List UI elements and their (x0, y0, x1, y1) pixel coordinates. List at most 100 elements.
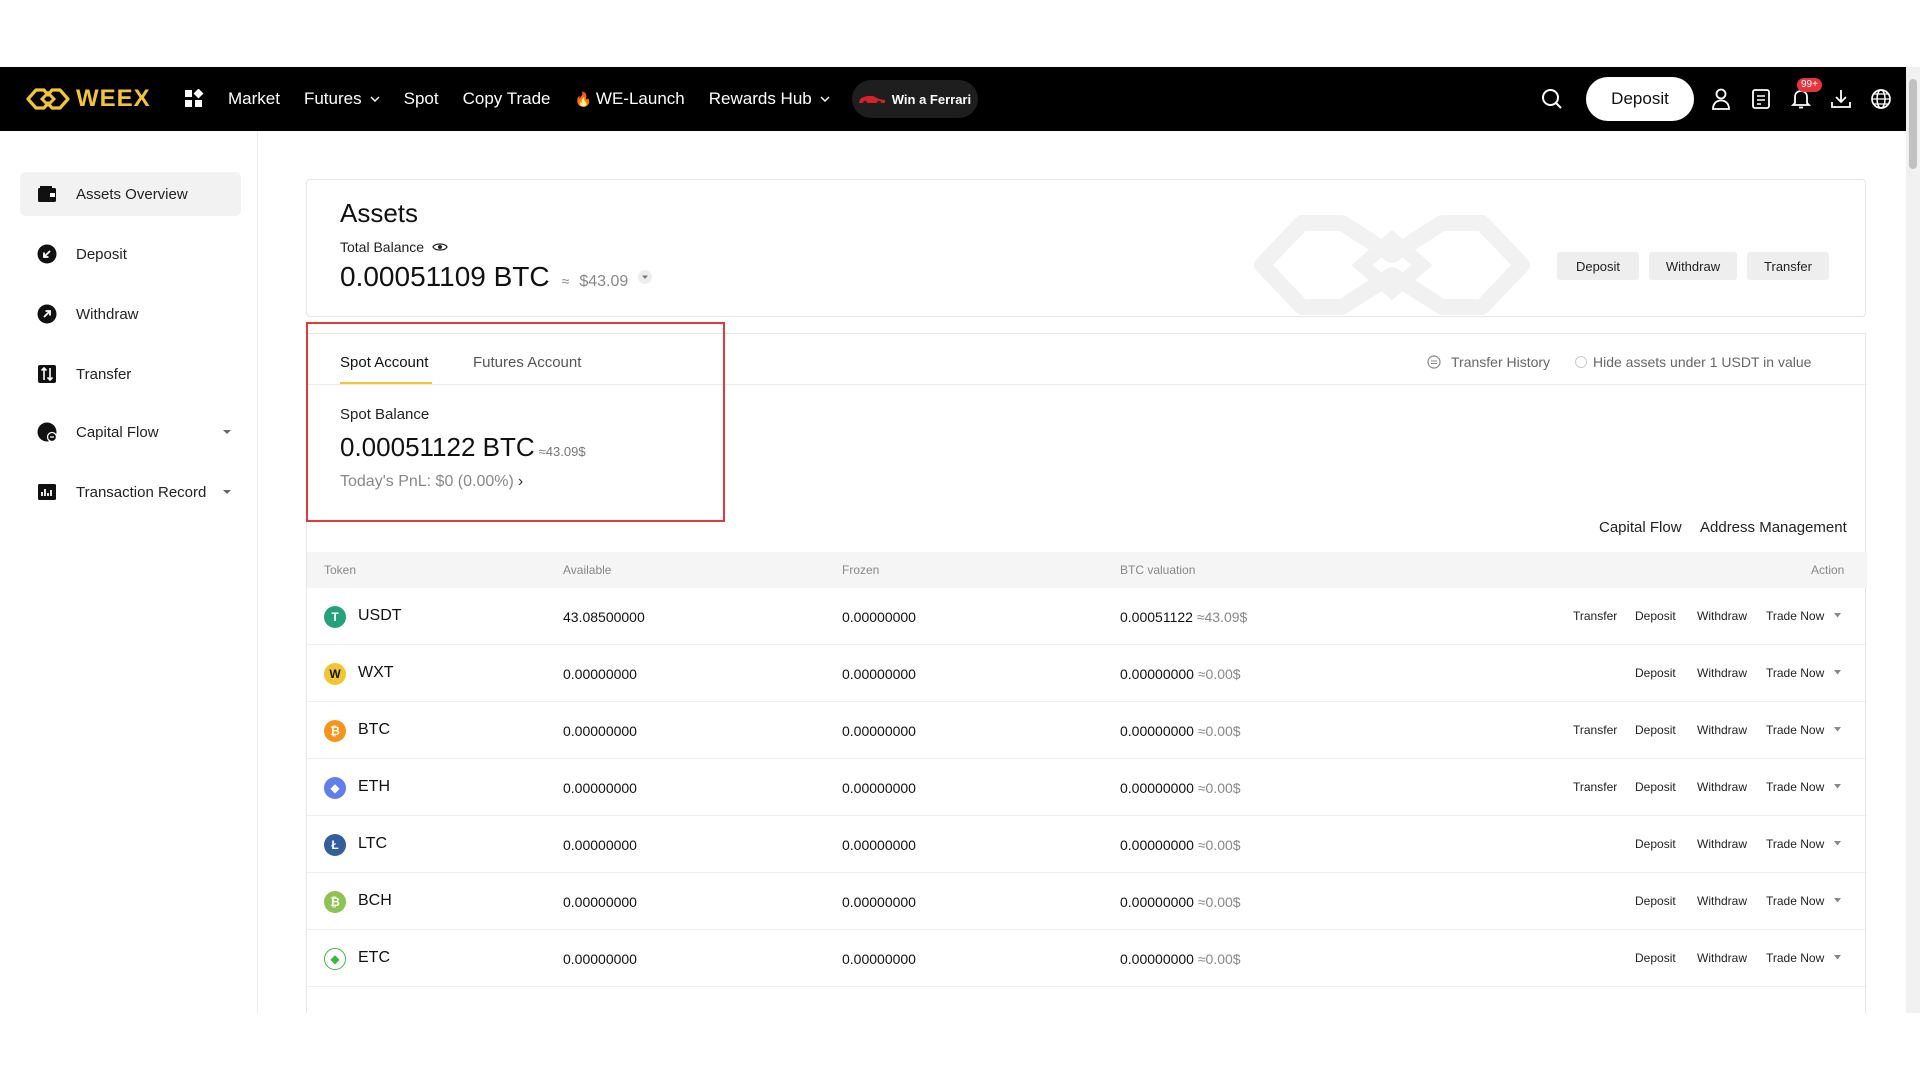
caret-down-icon (1834, 670, 1841, 675)
capital-flow-icon (36, 421, 58, 443)
orders-button[interactable] (1749, 87, 1773, 111)
row-deposit-button[interactable]: Deposit (1635, 837, 1676, 851)
row-withdraw-button[interactable]: Withdraw (1697, 723, 1747, 737)
sidebar-item-assets-overview[interactable]: Assets Overview (20, 172, 241, 216)
address-management-link[interactable]: Address Management (1700, 519, 1847, 536)
total-balance-usd: $43.09 (579, 273, 629, 290)
row-deposit-button[interactable]: Deposit (1635, 894, 1676, 908)
token-symbol: LTC (358, 835, 388, 852)
annotation-highlight-box (306, 322, 725, 522)
caret-down-icon (1834, 727, 1841, 732)
download-button[interactable] (1829, 87, 1853, 111)
row-deposit-button[interactable]: Deposit (1635, 609, 1676, 623)
logo-text: WEEX (76, 85, 151, 112)
btc-valuation: 0.00051122 ≈43.09$ (1120, 609, 1247, 625)
page-scrollbar[interactable] (1906, 67, 1920, 1013)
row-withdraw-button[interactable]: Withdraw (1697, 780, 1747, 794)
notifications-button[interactable]: 99+ (1789, 78, 1822, 111)
capital-flow-link[interactable]: Capital Flow (1599, 519, 1682, 536)
win-ferrari-promo[interactable]: Win a Ferrari (851, 80, 979, 118)
btc-valuation: 0.00000000 ≈0.00$ (1120, 723, 1241, 739)
search-button[interactable] (1540, 87, 1564, 111)
token-symbol: USDT (358, 607, 402, 624)
table-row: ◆ ETC 0.00000000 0.00000000 0.00000000 ≈… (307, 930, 1867, 987)
caret-down-icon (1834, 955, 1841, 960)
row-withdraw-button[interactable]: Withdraw (1697, 666, 1747, 680)
row-withdraw-button[interactable]: Withdraw (1697, 894, 1747, 908)
nav-market[interactable]: Market (228, 89, 280, 109)
row-transfer-button[interactable]: Transfer (1573, 723, 1617, 737)
btc-valuation-btc: 0.00000000 (1120, 894, 1194, 910)
row-deposit-button[interactable]: Deposit (1635, 951, 1676, 965)
token-symbol: ETC (358, 949, 390, 966)
sidebar-item-withdraw[interactable]: Withdraw (20, 292, 241, 336)
nav-right-group: Deposit 99+ (1540, 77, 1893, 121)
table-row: ₿ BTC 0.00000000 0.00000000 0.00000000 ≈… (307, 702, 1867, 759)
btc-valuation-btc: 0.00000000 (1120, 837, 1194, 853)
withdraw-arrow-icon (36, 303, 58, 325)
row-withdraw-button[interactable]: Withdraw (1697, 609, 1747, 623)
row-trade-now-button[interactable]: Trade Now (1766, 780, 1824, 794)
row-deposit-button[interactable]: Deposit (1635, 780, 1676, 794)
nav-copy-trade[interactable]: Copy Trade (463, 89, 551, 109)
sidebar-item-transfer[interactable]: Transfer (20, 352, 241, 396)
row-trade-now-button[interactable]: Trade Now (1766, 951, 1824, 965)
document-icon (1752, 89, 1770, 109)
sidebar-item-capital-flow[interactable]: Capital Flow (20, 410, 241, 454)
apps-grid-icon[interactable] (184, 89, 204, 109)
weex-logo[interactable]: WEEX (26, 84, 161, 114)
available-value: 0.00000000 (563, 837, 637, 853)
table-row: T USDT 43.08500000 0.00000000 0.00051122… (307, 588, 1867, 645)
nav-deposit-button[interactable]: Deposit (1586, 77, 1694, 121)
fire-icon: 🔥 (574, 90, 592, 107)
sidebar-item-transaction-record[interactable]: Transaction Record (20, 470, 241, 514)
nav-futures[interactable]: Futures (304, 89, 380, 109)
scrollbar-thumb[interactable] (1909, 79, 1917, 169)
nav-we-launch[interactable]: 🔥 WE-Launch (574, 89, 684, 109)
user-icon (1712, 88, 1730, 110)
col-token: Token (324, 563, 357, 577)
assets-withdraw-button[interactable]: Withdraw (1649, 252, 1737, 280)
token-symbol: BCH (358, 892, 392, 909)
col-btc-valuation: BTC valuation (1120, 563, 1196, 577)
nav-we-launch-label: WE-Launch (595, 89, 685, 108)
user-button[interactable] (1709, 87, 1733, 111)
available-value: 0.00000000 (563, 951, 637, 967)
deposit-arrow-icon (36, 243, 58, 265)
row-withdraw-button[interactable]: Withdraw (1697, 951, 1747, 965)
assets-transfer-button[interactable]: Transfer (1747, 252, 1829, 280)
assets-deposit-button[interactable]: Deposit (1557, 252, 1639, 280)
row-deposit-button[interactable]: Deposit (1635, 666, 1676, 680)
available-value: 0.00000000 (563, 723, 637, 739)
currency-dropdown-icon[interactable] (638, 270, 653, 284)
row-transfer-button[interactable]: Transfer (1573, 780, 1617, 794)
row-withdraw-button[interactable]: Withdraw (1697, 837, 1747, 851)
total-balance-btc: 0.00051109 BTC (340, 261, 550, 292)
transfer-icon (36, 363, 58, 385)
row-transfer-button[interactable]: Transfer (1573, 609, 1617, 623)
row-deposit-button[interactable]: Deposit (1635, 723, 1676, 737)
total-balance-value: 0.00051109 BTC ≈ $43.09 (340, 261, 653, 293)
hide-small-assets-label: Hide assets under 1 USDT in value (1593, 354, 1812, 370)
transfer-history-link[interactable]: Transfer History (1427, 354, 1550, 370)
row-trade-now-button[interactable]: Trade Now (1766, 894, 1824, 908)
eye-icon[interactable] (432, 241, 448, 253)
row-trade-now-button[interactable]: Trade Now (1766, 609, 1824, 623)
hide-small-assets-toggle[interactable]: Hide assets under 1 USDT in value (1575, 354, 1811, 370)
sidebar-item-label: Capital Flow (76, 423, 159, 441)
nav-rewards-hub[interactable]: Rewards Hub (709, 89, 830, 109)
wxt-coin-icon: W (324, 663, 346, 685)
chart-icon (36, 481, 58, 503)
btc-valuation-usd: ≈0.00$ (1197, 894, 1241, 910)
history-icon (1427, 355, 1441, 369)
btc-valuation-btc: 0.00000000 (1120, 951, 1194, 967)
available-value: 0.00000000 (563, 666, 637, 682)
col-available: Available (563, 563, 612, 577)
row-trade-now-button[interactable]: Trade Now (1766, 723, 1824, 737)
nav-spot[interactable]: Spot (404, 89, 439, 109)
row-trade-now-button[interactable]: Trade Now (1766, 837, 1824, 851)
sidebar-item-deposit[interactable]: Deposit (20, 232, 241, 276)
caret-down-icon (223, 490, 231, 494)
row-trade-now-button[interactable]: Trade Now (1766, 666, 1824, 680)
language-button[interactable] (1869, 87, 1893, 111)
